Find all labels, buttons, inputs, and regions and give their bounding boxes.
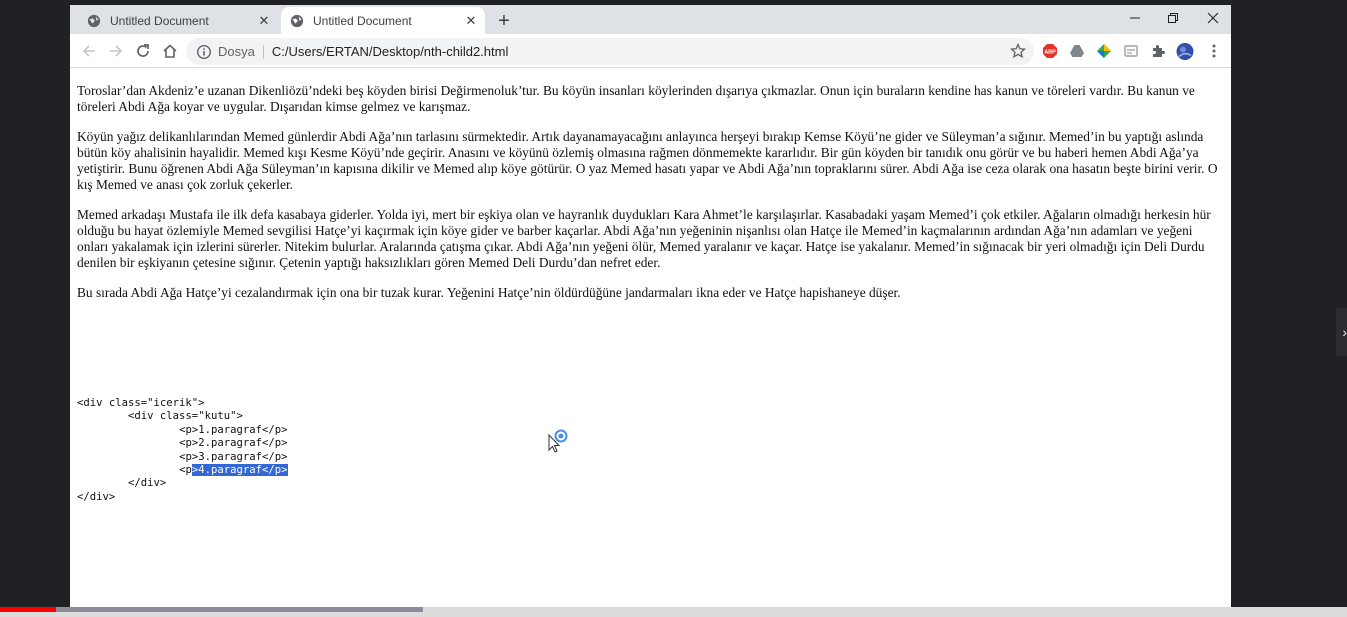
code-line: </div> (128, 477, 167, 490)
drive-icon[interactable] (1068, 42, 1086, 60)
code-line: <p>3.paragraf</p> (179, 450, 288, 463)
code-block: <div class="icerik"> <div class="kutu"> … (77, 397, 288, 504)
info-icon[interactable] (196, 44, 212, 60)
mouse-cursor-icon (548, 429, 568, 453)
page-content: Toroslar’dan Akdeniz’e uzanan Dikenliözü… (77, 83, 1227, 315)
code-line: </div> (77, 490, 116, 503)
tab-1[interactable]: Untitled Document ✕ (78, 7, 278, 34)
tab-2[interactable]: Untitled Document ✕ (281, 7, 485, 34)
reload-icon (137, 44, 149, 57)
close-icon (1207, 12, 1219, 24)
new-tab-button[interactable]: + (493, 10, 515, 32)
chevron-right-icon: › (1342, 324, 1347, 340)
progress-buffered (56, 607, 423, 612)
tab-close-icon[interactable]: ✕ (463, 13, 479, 29)
home-icon (163, 44, 177, 58)
code-line: <div class="icerik"> (77, 397, 205, 409)
back-arrow-icon (82, 45, 95, 57)
code-line: <div class="kutu"> (128, 410, 243, 423)
address-bar[interactable]: Dosya C:/Users/ERTAN/Desktop/nth-child2.… (186, 38, 1034, 65)
minimize-icon (1130, 17, 1140, 19)
forward-button[interactable] (105, 40, 127, 62)
code-line: <p>4.paragraf</p> (179, 464, 288, 477)
globe-icon (87, 14, 101, 27)
globe-icon (290, 14, 304, 27)
bookmark-star-icon[interactable] (1010, 43, 1026, 59)
code-line: <p>1.paragraf</p> (179, 423, 288, 436)
menu-icon[interactable] (1205, 42, 1223, 60)
security-label: Dosya (218, 44, 255, 59)
forward-arrow-icon (110, 45, 123, 57)
svg-text:ABP: ABP (1044, 50, 1056, 56)
code-line: <p>2.paragraf</p> (179, 437, 288, 450)
url-text[interactable]: C:/Users/ERTAN/Desktop/nth-child2.html (272, 44, 508, 59)
minimize-button[interactable] (1116, 5, 1154, 31)
progress-played (0, 607, 56, 612)
tab-title: Untitled Document (110, 13, 209, 28)
paragraph-2: Köyün yağız delikanlılarından Memed günl… (77, 129, 1218, 192)
selected-text: >4.paragraf</p> (191, 464, 288, 477)
paragraph-1: Toroslar’dan Akdeniz’e uzanan Dikenliözü… (77, 83, 1195, 114)
profile-avatar[interactable] (1176, 42, 1194, 60)
tab-close-icon[interactable]: ✕ (256, 13, 272, 29)
reload-button[interactable] (132, 40, 154, 62)
extensions-puzzle-icon[interactable] (1149, 42, 1167, 60)
cast-icon[interactable] (1122, 42, 1140, 60)
browser-window: Untitled Document ✕ Untitled Document ✕ … (70, 5, 1231, 607)
video-progress-bar[interactable] (0, 607, 1347, 617)
paragraph-4: Bu sırada Abdi Ağa Hatçe’yi cezalandırma… (77, 285, 901, 300)
google-earth-icon[interactable] (1095, 42, 1113, 60)
adblock-plus-icon[interactable]: ABP (1041, 42, 1059, 60)
side-panel-toggle[interactable]: › (1336, 308, 1347, 356)
back-button[interactable] (78, 40, 100, 62)
tab-title: Untitled Document (313, 13, 412, 28)
close-window-button[interactable] (1194, 5, 1232, 31)
restore-button[interactable] (1154, 5, 1192, 31)
toolbar: Dosya C:/Users/ERTAN/Desktop/nth-child2.… (70, 34, 1231, 68)
home-button[interactable] (159, 40, 181, 62)
separator (262, 44, 264, 59)
paragraph-3: Memed arkadaşı Mustafa ile ilk defa kasa… (77, 207, 1211, 270)
restore-icon (1168, 13, 1178, 23)
tab-strip: Untitled Document ✕ Untitled Document ✕ … (70, 5, 1231, 34)
